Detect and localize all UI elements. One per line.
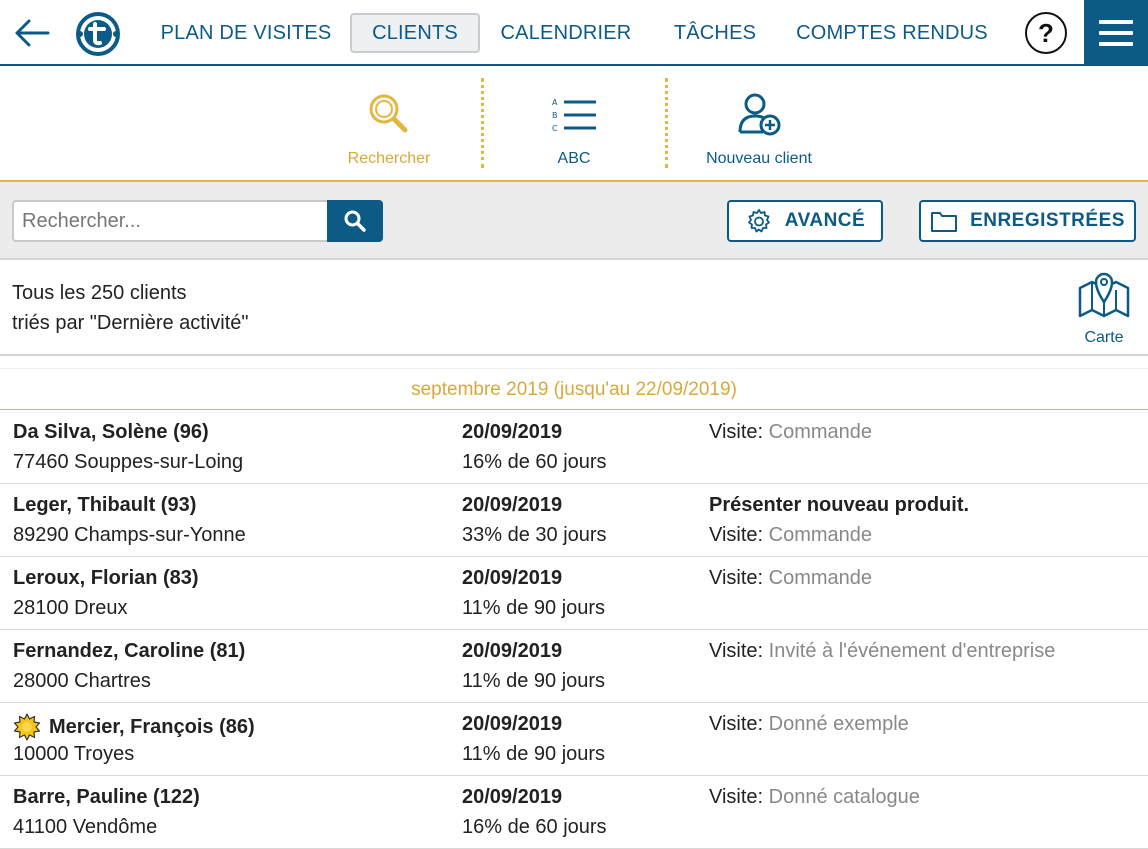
help-button[interactable]: ? [1025,12,1067,54]
map-icon [1078,272,1130,318]
visit-frequency: 11% de 90 jours [462,597,606,619]
visit-value: Donné catalogue [768,786,920,808]
last-visit: Visite: Commande [709,421,872,444]
visit-prefix: Visite: [709,567,764,589]
tool-abc-label: ABC [557,150,591,167]
advanced-search-label: AVANCÉ [784,210,866,231]
folder-icon [931,212,958,232]
visit-frequency: 11% de 90 jours [462,670,606,692]
last-activity-date: 20/09/2019 [462,421,563,443]
client-name: Mercier, François (86) [49,715,255,738]
last-visit: Visite: Commande [709,567,872,590]
client-note: Présenter nouveau produit. [709,494,970,516]
top-navigation-bar: PLAN DE VISITES CLIENTS CALENDRIER TÂCHE… [0,0,1148,66]
nav-clients[interactable]: CLIENTS [350,13,480,53]
last-visit: Visite: Donné catalogue [709,786,920,809]
client-city: 89290 Champs-sur-Yonne [13,524,246,546]
abc-letter: C [552,124,558,133]
tool-new-client[interactable]: Nouveau client [667,78,851,178]
client-name: Leger, Thibault (93) [13,494,197,516]
visit-prefix: Visite: [709,713,764,735]
results-sort: triés par "Dernière activité" [12,312,249,334]
saved-searches-label: ENREGISTRÉES [970,210,1125,231]
last-activity-date: 20/09/2019 [462,713,563,735]
nav-comptes-rendus[interactable]: COMPTES RENDUS [790,13,994,53]
client-city: 77460 Souppes-sur-Loing [13,451,244,473]
magnifier-icon [297,78,481,136]
last-visit: Visite: Commande [709,524,872,547]
search-icon [344,210,366,232]
client-name: Barre, Pauline (122) [13,786,200,808]
advanced-search-button[interactable]: AVANCÉ [727,200,883,242]
visit-prefix: Visite: [709,640,764,662]
star-badge-icon [13,713,41,741]
visit-value: Commande [768,421,873,443]
visit-frequency: 16% de 60 jours [462,816,607,838]
search-button[interactable] [327,200,383,242]
visit-prefix: Visite: [709,421,764,443]
client-row[interactable]: Mercier, François (86) 10000 Troyes 20/0… [0,703,1148,776]
client-city: 10000 Troyes [13,743,135,765]
abc-list-icon: A B C [482,78,666,136]
visit-value: Invité à l'événement d'entreprise [768,640,1056,662]
last-visit: Visite: Donné exemple [709,713,909,736]
abc-letter: A [552,98,558,107]
visit-value: Donné exemple [768,713,909,735]
client-row[interactable]: Da Silva, Solène (96) 77460 Souppes-sur-… [0,411,1148,484]
saved-searches-button[interactable]: ENREGISTRÉES [919,200,1136,242]
visit-frequency: 11% de 90 jours [462,743,606,765]
hamburger-menu-button[interactable] [1084,0,1148,66]
client-toolbar: Rechercher A B C ABC Nouveau client [0,66,1148,182]
nav-taches[interactable]: TÂCHES [664,13,766,53]
nav-calendrier[interactable]: CALENDRIER [494,13,638,53]
visit-value: Commande [768,567,873,589]
visit-frequency: 16% de 60 jours [462,451,607,473]
client-name: Da Silva, Solène (96) [13,421,209,443]
last-activity-date: 20/09/2019 [462,786,563,808]
tool-search-label: Rechercher [347,150,431,167]
search-input[interactable] [12,200,328,242]
client-row[interactable]: Leroux, Florian (83) 28100 Dreux 20/09/2… [0,557,1148,630]
client-row[interactable]: Fernandez, Caroline (81) 28000 Chartres … [0,630,1148,703]
client-city: 41100 Vendôme [13,816,158,838]
last-visit: Visite: Invité à l'événement d'entrepris… [709,640,1055,663]
last-activity-date: 20/09/2019 [462,640,563,662]
add-user-icon [667,78,851,136]
last-activity-date: 20/09/2019 [462,567,563,589]
map-view-button[interactable]: Carte [1070,270,1138,350]
hamburger-icon [1099,20,1133,46]
tool-new-client-label: Nouveau client [706,150,812,167]
nav-plan-de-visites[interactable]: PLAN DE VISITES [152,13,340,53]
client-row[interactable]: Barre, Pauline (122) 41100 Vendôme 20/09… [0,776,1148,849]
tool-search[interactable]: Rechercher [297,78,481,178]
client-city: 28100 Dreux [13,597,128,619]
results-summary: Tous les 250 clients triés par "Dernière… [0,260,1148,356]
app-logo[interactable] [72,10,124,58]
month-group-header: septembre 2019 (jusqu'au 22/09/2019) [0,368,1148,410]
visit-prefix: Visite: [709,786,764,808]
client-name: Leroux, Florian (83) [13,567,199,589]
back-arrow-icon[interactable] [12,14,52,52]
tool-abc[interactable]: A B C ABC [482,78,666,178]
search-bar-area: AVANCÉ ENREGISTRÉES [0,182,1148,260]
client-name: Fernandez, Caroline (81) [13,640,246,662]
visit-prefix: Visite: [709,524,764,546]
abc-letter: B [552,111,558,120]
results-count: Tous les 250 clients [12,282,187,304]
client-city: 28000 Chartres [13,670,151,692]
last-activity-date: 20/09/2019 [462,494,563,516]
visit-frequency: 33% de 30 jours [462,524,607,546]
gear-icon [747,209,770,233]
visit-value: Commande [768,524,873,546]
help-icon: ? [1038,17,1054,48]
map-view-label: Carte [1084,329,1124,346]
client-row[interactable]: Leger, Thibault (93) 89290 Champs-sur-Yo… [0,484,1148,557]
